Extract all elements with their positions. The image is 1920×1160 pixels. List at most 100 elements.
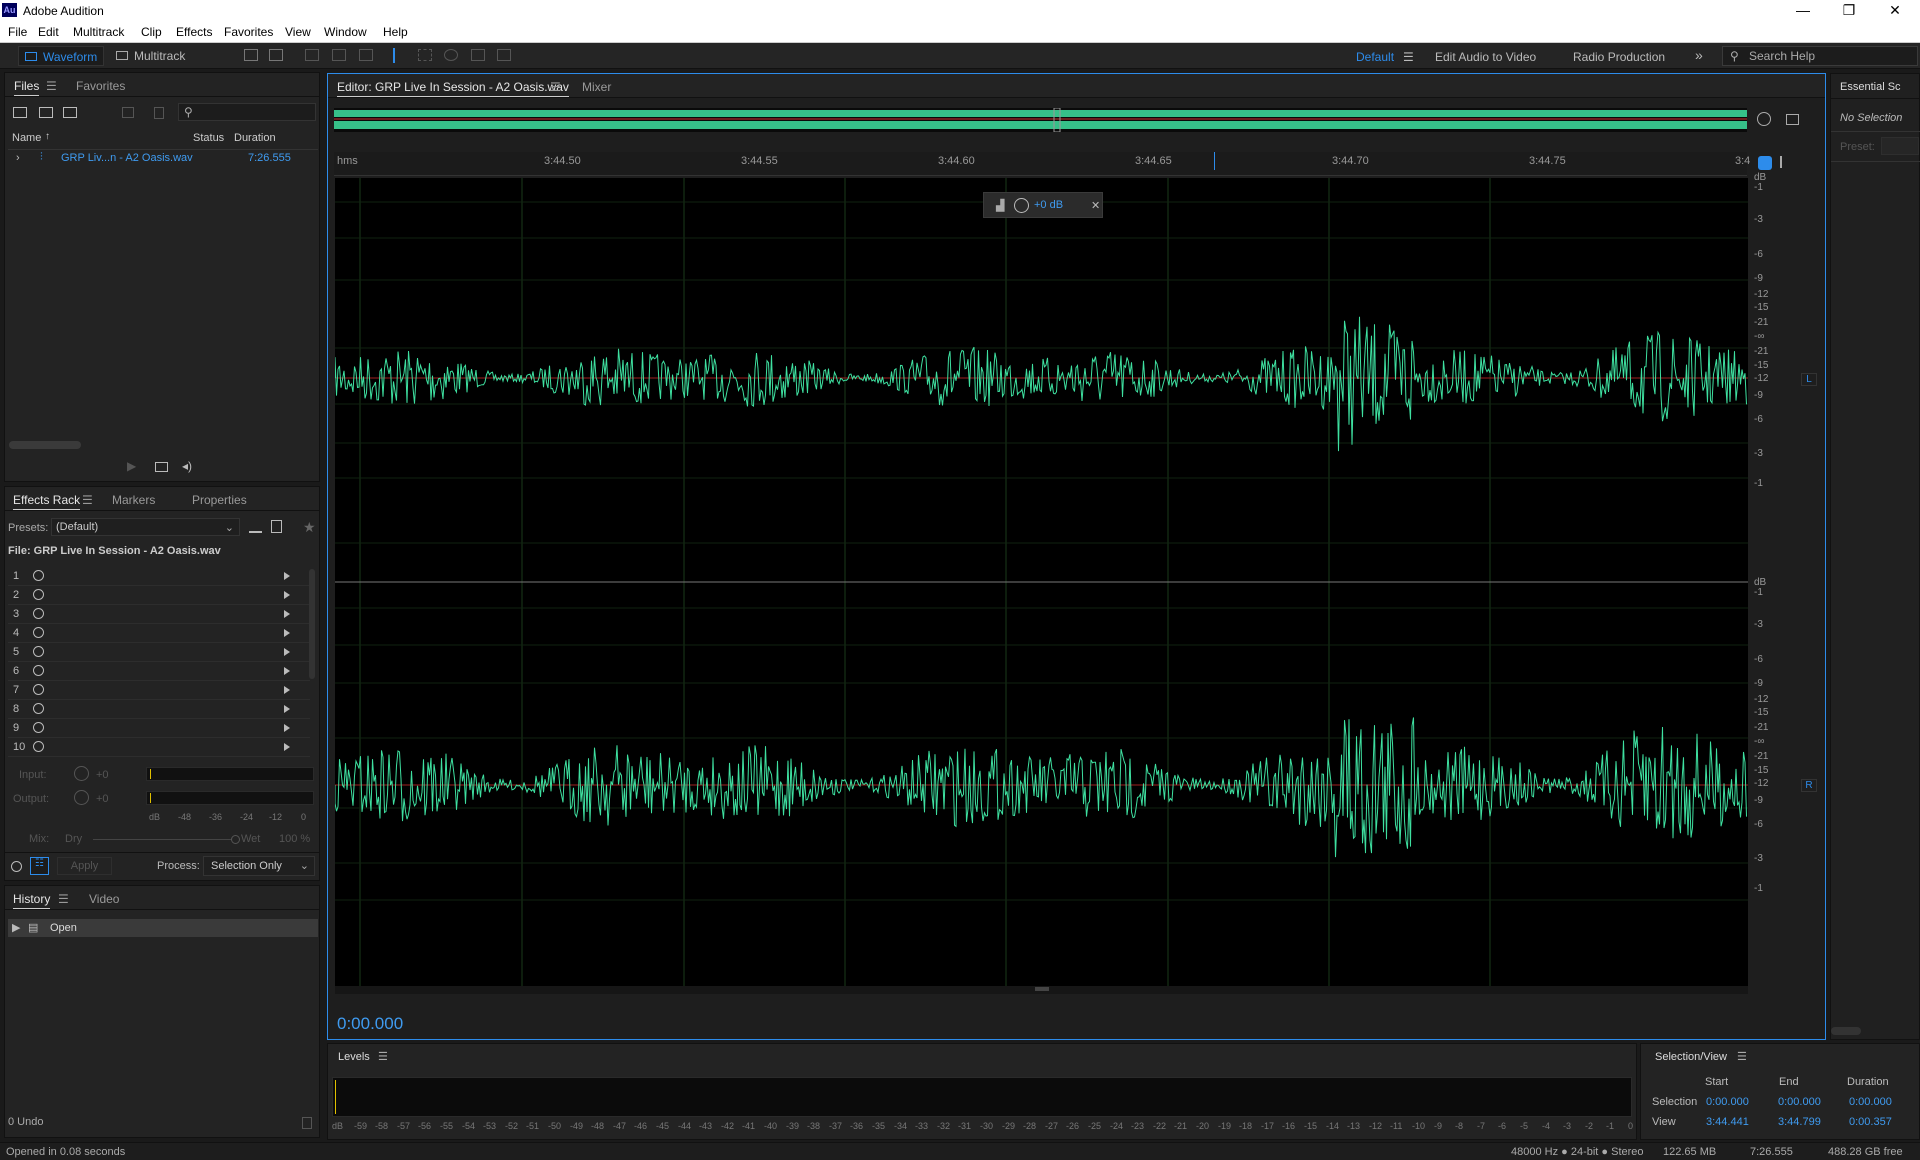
tab-mixer[interactable]: Mixer (582, 80, 611, 94)
effect-slot[interactable]: 3 (8, 605, 310, 624)
auto-play-icon[interactable]: ◂) (182, 459, 192, 473)
panel-menu-icon[interactable]: ☰ (378, 1050, 388, 1063)
restore-icon[interactable]: ❐ (1826, 0, 1872, 21)
marker-pin-icon[interactable] (1780, 156, 1788, 168)
rack-power-icon[interactable] (11, 861, 22, 872)
show-effects-list-icon[interactable]: ☷ (30, 857, 49, 875)
hud-volume[interactable]: ▟ +0 dB ✕ (983, 192, 1103, 218)
overview-waveform[interactable] (334, 108, 1747, 132)
panel-menu-icon[interactable]: ☰ (1737, 1050, 1747, 1063)
time-ruler[interactable]: hms 3:44.50 3:44.55 3:44.60 3:44.65 3:44… (334, 152, 1750, 176)
essential-sound-title[interactable]: Essential Sc (1840, 81, 1901, 93)
selection-duration[interactable]: 0:00.000 (1849, 1096, 1892, 1108)
tab-editor[interactable]: Editor: GRP Live In Session - A2 Oasis.w… (337, 80, 569, 97)
power-icon[interactable] (33, 570, 44, 581)
effect-slot[interactable]: 1 (8, 567, 310, 586)
menu-view[interactable]: View (285, 25, 311, 39)
new-file-icon[interactable] (63, 107, 77, 118)
power-icon[interactable] (33, 741, 44, 752)
levels-title[interactable]: Levels (338, 1051, 370, 1063)
selection-start[interactable]: 0:00.000 (1706, 1096, 1749, 1108)
effect-slot[interactable]: 7 (8, 681, 310, 700)
open-file-icon[interactable] (13, 107, 27, 118)
menu-edit[interactable]: Edit (38, 25, 59, 39)
slot-menu-arrow-icon[interactable] (284, 705, 290, 713)
effect-slot[interactable]: 2 (8, 586, 310, 605)
current-time[interactable]: 0:00.000 (337, 1014, 403, 1034)
marquee-tool-icon[interactable] (418, 49, 432, 61)
effect-slot[interactable]: 4 (8, 624, 310, 643)
slot-menu-arrow-icon[interactable] (284, 610, 290, 618)
workspace-default[interactable]: Default (1356, 50, 1394, 64)
view-duration[interactable]: 0:00.357 (1849, 1116, 1892, 1128)
power-icon[interactable] (33, 608, 44, 619)
favorite-star-icon[interactable]: ★ (303, 519, 316, 536)
expand-arrow-icon[interactable]: › (16, 152, 20, 164)
workspace-edit-audio-to-video[interactable]: Edit Audio to Video (1435, 50, 1536, 64)
effect-slot[interactable]: 10 (8, 738, 310, 757)
effect-slot[interactable]: 6 (8, 662, 310, 681)
volume-knob[interactable] (1014, 198, 1029, 213)
waveform-view-button[interactable]: Waveform (18, 46, 105, 66)
slot-menu-arrow-icon[interactable] (284, 572, 290, 580)
power-icon[interactable] (33, 627, 44, 638)
power-icon[interactable] (33, 646, 44, 657)
razor-tool-icon[interactable] (332, 49, 346, 61)
delete-file-icon[interactable] (154, 107, 164, 119)
menu-favorites[interactable]: Favorites (224, 25, 273, 39)
lasso-tool-icon[interactable] (444, 49, 458, 61)
tab-history[interactable]: History (13, 892, 51, 909)
tab-effects-rack[interactable]: Effects Rack (13, 493, 81, 510)
tab-properties[interactable]: Properties (192, 493, 247, 507)
spectral-pitch-icon[interactable] (269, 49, 283, 61)
menu-help[interactable]: Help (383, 25, 408, 39)
multitrack-view-button[interactable]: Multitrack (110, 46, 191, 66)
slot-menu-arrow-icon[interactable] (284, 686, 290, 694)
preset-dropdown[interactable] (1881, 137, 1919, 155)
slot-menu-arrow-icon[interactable] (284, 743, 290, 751)
menu-file[interactable]: File (8, 25, 27, 39)
pin-hud-icon[interactable]: ✕ (1091, 199, 1100, 212)
mix-slider[interactable] (93, 835, 240, 844)
delete-history-icon[interactable] (302, 1117, 312, 1129)
panel-menu-icon[interactable]: ☰ (550, 80, 561, 94)
vertical-scrollbar[interactable] (309, 569, 315, 679)
spot-healing-tool-icon[interactable] (497, 49, 511, 61)
time-selection-tool-icon[interactable] (393, 48, 399, 63)
tab-video[interactable]: Video (89, 892, 119, 906)
horizontal-scrollbar[interactable] (9, 441, 81, 449)
channel-l-toggle[interactable]: L (1801, 373, 1817, 386)
menu-clip[interactable]: Clip (141, 25, 162, 39)
insert-into-multitrack-icon[interactable] (122, 107, 134, 118)
search-help-input[interactable]: ⚲ Search Help (1722, 46, 1918, 66)
play-preview-icon[interactable]: ▶ (127, 459, 136, 473)
workspace-menu-icon[interactable]: ☰ (1403, 50, 1414, 64)
power-icon[interactable] (33, 665, 44, 676)
effect-slot[interactable]: 9 (8, 719, 310, 738)
slot-menu-arrow-icon[interactable] (284, 629, 290, 637)
power-icon[interactable] (33, 589, 44, 600)
save-preset-icon[interactable] (249, 522, 262, 533)
column-header-status[interactable]: Status (193, 132, 224, 144)
brush-tool-icon[interactable] (471, 49, 485, 61)
minimize-icon[interactable]: — (1780, 0, 1826, 21)
panel-menu-icon[interactable]: ☰ (46, 79, 57, 93)
waveform-horizontal-scrollbar[interactable] (335, 986, 1748, 994)
close-icon[interactable]: ✕ (1872, 0, 1918, 21)
view-start[interactable]: 3:44.441 (1706, 1116, 1749, 1128)
selection-view-title[interactable]: Selection/View (1655, 1051, 1727, 1063)
delete-preset-icon[interactable] (271, 520, 282, 533)
slip-tool-icon[interactable] (359, 49, 373, 61)
waveform-display[interactable]: ▟ +0 dB ✕ (335, 178, 1748, 986)
process-dropdown[interactable]: Selection Only ⌄ (203, 856, 315, 876)
playhead-marker[interactable] (1214, 152, 1215, 170)
history-item[interactable]: ▶ ▤ Open (8, 919, 318, 937)
menu-window[interactable]: Window (324, 25, 367, 39)
slot-menu-arrow-icon[interactable] (284, 667, 290, 675)
file-row[interactable]: › ⫶ GRP Liv...n - A2 Oasis.wav 7:26.555 (8, 149, 318, 166)
snap-icon[interactable] (1758, 156, 1772, 170)
column-header-name[interactable]: Name (12, 132, 41, 144)
column-header-duration[interactable]: Duration (234, 132, 276, 144)
overview-toggle-icon[interactable] (1786, 114, 1799, 125)
files-search-input[interactable]: ⚲ (178, 103, 316, 121)
